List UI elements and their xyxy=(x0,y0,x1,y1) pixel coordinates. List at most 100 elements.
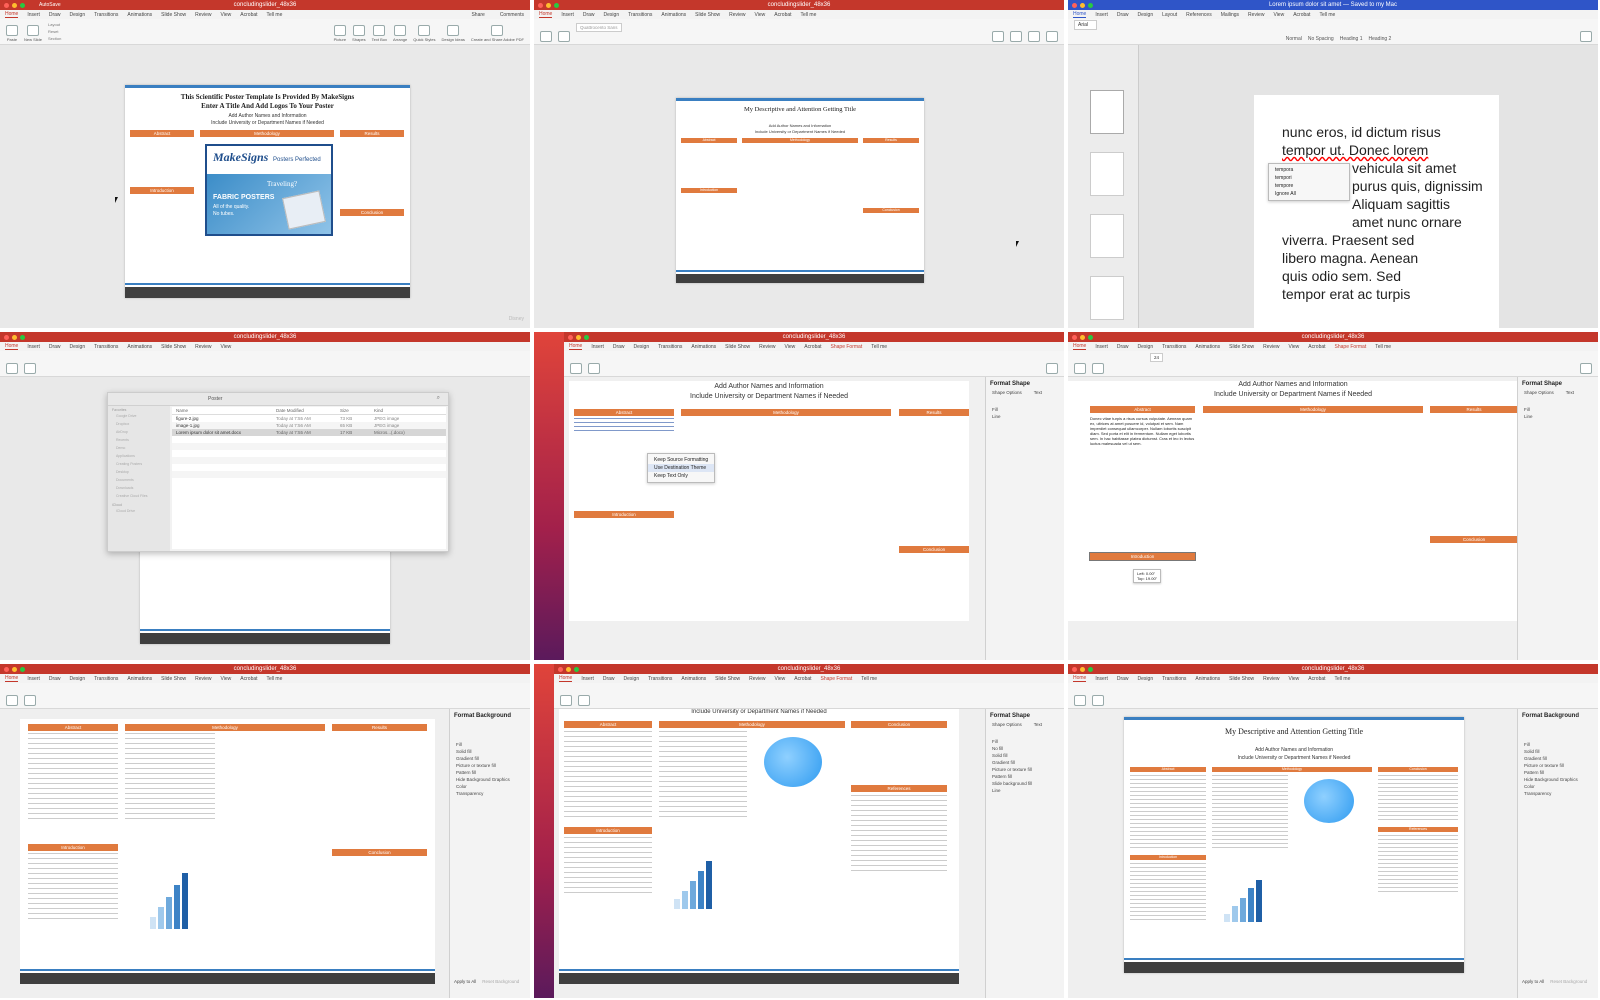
line-section[interactable]: Line xyxy=(986,413,1064,420)
tab-draw[interactable]: Draw xyxy=(49,12,61,18)
poster-slide[interactable]: Add Author Names and Information Include… xyxy=(569,381,969,621)
fill-section[interactable]: Fill xyxy=(986,738,1064,745)
sidebar-item[interactable]: Demo xyxy=(108,444,170,452)
paste-button[interactable] xyxy=(570,363,582,374)
tab-tell-me[interactable]: Tell me xyxy=(1375,344,1391,350)
fill-section[interactable]: Fill xyxy=(1518,406,1598,413)
share-button[interactable]: Share xyxy=(471,12,484,18)
tab-layout[interactable]: Layout xyxy=(1162,12,1177,18)
tab-review[interactable]: Review xyxy=(1263,676,1279,682)
line-section[interactable]: Line xyxy=(1518,413,1598,420)
keep-text-only-option[interactable]: Keep Text Only xyxy=(648,472,714,480)
font-name-box[interactable]: Arial xyxy=(1074,20,1098,30)
author-line[interactable]: Add Author Names and Information xyxy=(1124,747,1464,753)
tab-draw[interactable]: Draw xyxy=(49,344,61,350)
header-abstract[interactable]: Abstract xyxy=(1130,767,1206,772)
file-row[interactable]: image-1.jpg Today at 7:56 AM 65 KB JPEG … xyxy=(172,422,446,429)
header-results[interactable]: Results xyxy=(1430,406,1518,413)
header-methodology[interactable]: Methodology xyxy=(125,724,325,731)
header-methodology[interactable]: Methodology xyxy=(1203,406,1423,413)
sidebar-item[interactable]: AirDrop xyxy=(108,428,170,436)
transparency-slider[interactable]: Transparency xyxy=(450,790,530,797)
sidebar-item[interactable]: Dropbox xyxy=(108,420,170,428)
gradient-fill-option[interactable]: Gradient fill xyxy=(1518,755,1598,762)
suggestion-item[interactable]: tempori xyxy=(1269,174,1349,182)
header-introduction[interactable]: Introduction xyxy=(1130,855,1206,860)
new-slide-button[interactable] xyxy=(578,695,590,706)
tab-view[interactable]: View xyxy=(755,12,766,18)
header-conclusion[interactable]: Conclusion xyxy=(340,209,404,216)
tab-view[interactable]: View xyxy=(221,344,232,350)
tab-shape-format[interactable]: Shape Format xyxy=(821,676,853,682)
paste-button[interactable] xyxy=(6,695,18,706)
tab-tell-me[interactable]: Tell me xyxy=(267,676,283,682)
new-slide-button[interactable] xyxy=(558,31,570,42)
university-line[interactable]: Include University or Department Names i… xyxy=(559,709,959,715)
tab-shape-format[interactable]: Shape Format xyxy=(831,344,863,350)
tab-view[interactable]: View xyxy=(1273,12,1284,18)
tab-insert[interactable]: Insert xyxy=(1095,344,1108,350)
tab-animations[interactable]: Animations xyxy=(691,344,716,350)
suggestion-item[interactable]: tempora xyxy=(1269,166,1349,174)
tab-design[interactable]: Design xyxy=(1138,12,1154,18)
tab-tell-me[interactable]: Tell me xyxy=(871,344,887,350)
methodology-body[interactable] xyxy=(1212,775,1288,850)
sidebar-item[interactable]: Downloads xyxy=(108,484,170,492)
folder-name[interactable]: Poster xyxy=(208,396,222,402)
tab-animations[interactable]: Animations xyxy=(127,676,152,682)
pattern-fill-option[interactable]: Pattern fill xyxy=(1518,769,1598,776)
header-conclusion[interactable]: Conclusion xyxy=(1378,767,1458,772)
tab-design[interactable]: Design xyxy=(70,676,86,682)
tab-design[interactable]: Design xyxy=(1138,344,1154,350)
word-cloud-image[interactable] xyxy=(764,737,822,787)
tab-slide-show[interactable]: Slide Show xyxy=(725,344,750,350)
tab-transitions[interactable]: Transitions xyxy=(1162,676,1186,682)
header-abstract[interactable]: Abstract xyxy=(564,721,652,728)
reset-background-button[interactable]: Reset Background xyxy=(482,979,519,984)
introduction-body[interactable] xyxy=(564,837,652,897)
tab-insert[interactable]: Insert xyxy=(591,344,604,350)
use-destination-theme-option[interactable]: Use Destination Theme xyxy=(648,464,715,472)
design-ideas-button[interactable]: Design Ideas xyxy=(441,25,465,42)
header-conclusion[interactable]: Conclusion xyxy=(863,208,919,213)
tab-home[interactable]: Home xyxy=(1073,11,1087,18)
header-introduction[interactable]: Introduction xyxy=(130,187,194,194)
text-options-tab[interactable]: Text xyxy=(1034,390,1042,395)
tab-review[interactable]: Review xyxy=(1263,344,1279,350)
tab-home[interactable]: Home xyxy=(1073,675,1087,682)
tab-acrobat[interactable]: Acrobat xyxy=(1293,12,1310,18)
column-size[interactable]: Size xyxy=(340,408,374,413)
tab-home[interactable]: Home xyxy=(5,675,19,682)
tab-animations[interactable]: Animations xyxy=(661,12,686,18)
tab-review[interactable]: Review xyxy=(195,344,211,350)
slide-title-line-2[interactable]: Enter A Title And Add Logos To Your Post… xyxy=(125,102,410,110)
line-section[interactable]: Line xyxy=(986,787,1064,794)
tab-review[interactable]: Review xyxy=(729,12,745,18)
poster-slide[interactable]: Include University or Department Names i… xyxy=(559,709,959,984)
header-abstract[interactable]: Abstract xyxy=(681,138,737,143)
header-introduction[interactable]: Introduction xyxy=(564,827,652,834)
document-page[interactable]: nunc eros, id dictum risus tempor ut. Do… xyxy=(1254,95,1499,328)
color-picker[interactable]: Color xyxy=(450,783,530,790)
tab-review[interactable]: Review xyxy=(195,676,211,682)
paste-button[interactable] xyxy=(1074,695,1086,706)
tab-acrobat[interactable]: Acrobat xyxy=(1308,676,1325,682)
sidebar-item[interactable]: Google Drive xyxy=(108,412,170,420)
tab-tell-me[interactable]: Tell me xyxy=(861,676,877,682)
tab-insert[interactable]: Insert xyxy=(27,344,40,350)
tab-view[interactable]: View xyxy=(221,12,232,18)
apply-to-all-button[interactable]: Apply to All xyxy=(1522,979,1544,984)
abstract-body[interactable] xyxy=(28,733,118,823)
poster-slide[interactable]: My Descriptive and Attention Getting Tit… xyxy=(676,98,924,283)
create-pdf-button[interactable]: Create and Share Adobe PDF xyxy=(471,25,524,42)
hide-background-graphics-checkbox[interactable]: Hide Background Graphics xyxy=(450,776,530,783)
page-thumbnail-4[interactable] xyxy=(1090,276,1124,320)
tab-tell-me[interactable]: Tell me xyxy=(267,12,283,18)
header-conclusion[interactable]: Conclusion xyxy=(899,546,969,553)
shapes-button[interactable] xyxy=(1046,363,1058,374)
tab-acrobat[interactable]: Acrobat xyxy=(794,676,811,682)
tab-acrobat[interactable]: Acrobat xyxy=(1308,344,1325,350)
tab-insert[interactable]: Insert xyxy=(27,676,40,682)
tab-animations[interactable]: Animations xyxy=(127,12,152,18)
poster-slide[interactable]: Abstract Methodology Results Introductio… xyxy=(20,719,435,984)
